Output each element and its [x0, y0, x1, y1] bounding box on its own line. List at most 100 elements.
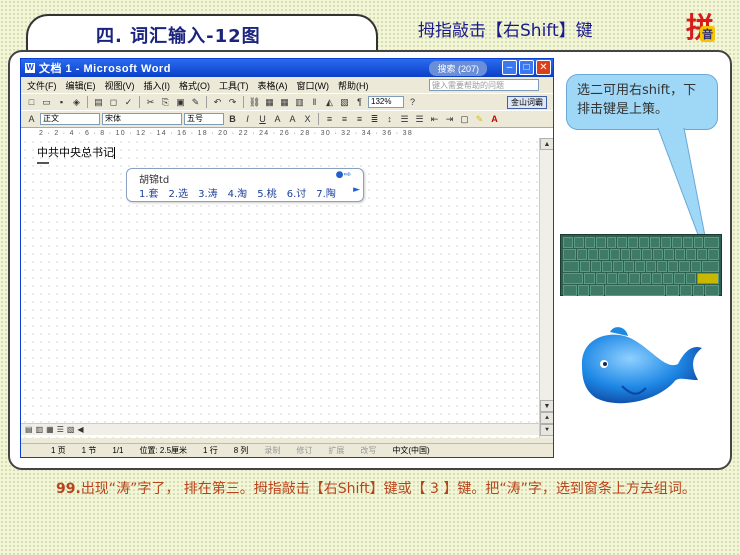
ime-candidate-list: 1.套 2.选 3.涛 4.淘 5.桃 6.讨 7.陶 — [139, 185, 336, 200]
char-shading-icon[interactable]: A — [286, 113, 299, 125]
format-painter-icon[interactable]: ✎ — [189, 96, 202, 108]
align-right-icon[interactable]: ≡ — [353, 113, 366, 125]
open-icon[interactable]: ▭ — [40, 96, 53, 108]
align-center-icon[interactable]: ≡ — [338, 113, 351, 125]
close-button[interactable]: ✕ — [536, 60, 551, 75]
outside-border-icon[interactable]: ▢ — [458, 113, 471, 125]
menu-table[interactable]: 表格(A) — [258, 79, 288, 92]
font-combo[interactable]: 宋体 — [102, 113, 182, 125]
vertical-scrollbar[interactable]: ▲ ▼ ⯅ ⯆ — [539, 138, 553, 438]
font-color-icon[interactable]: A — [488, 113, 501, 125]
bold-button[interactable]: B — [226, 113, 239, 125]
size-combo[interactable]: 五号 — [184, 113, 224, 125]
ime-candidate[interactable]: 6.讨 — [287, 185, 307, 200]
decrease-indent-icon[interactable]: ⇤ — [428, 113, 441, 125]
word-icon: W — [25, 63, 35, 73]
show-hide-icon[interactable]: ¶ — [353, 96, 366, 108]
ime-candidate[interactable]: 5.桃 — [257, 185, 277, 200]
title-pill: 搜索 (207) — [429, 61, 487, 76]
cut-icon[interactable]: ✂ — [144, 96, 157, 108]
undo-icon[interactable]: ↶ — [211, 96, 224, 108]
preview-icon[interactable]: ◻ — [107, 96, 120, 108]
scroll-down-icon[interactable]: ▼ — [540, 400, 553, 412]
permission-icon[interactable]: ◈ — [70, 96, 83, 108]
menu-file[interactable]: 文件(F) — [27, 79, 57, 92]
print-view-icon[interactable]: ▦ — [46, 425, 54, 434]
menu-view[interactable]: 视图(V) — [105, 79, 135, 92]
highlight-icon[interactable]: ✎ — [473, 113, 486, 125]
scroll-up-icon[interactable]: ▲ — [540, 138, 553, 150]
line-spacing-icon[interactable]: ↕ — [383, 113, 396, 125]
status-ovr[interactable]: 改写 — [360, 445, 376, 456]
bullets-icon[interactable]: ☰ — [413, 113, 426, 125]
window-titlebar[interactable]: W 文档 1 - Microsoft Word 搜索 (207) – □ ✕ — [21, 59, 553, 77]
docmap-icon[interactable]: ▧ — [338, 96, 351, 108]
columns-icon[interactable]: ‖ — [308, 96, 321, 108]
prev-page-icon[interactable]: ⯅ — [540, 412, 553, 424]
status-section: 1 节 — [81, 446, 97, 455]
excel-icon[interactable]: ▥ — [293, 96, 306, 108]
menu-insert[interactable]: 插入(I) — [144, 79, 171, 92]
help-search-input[interactable]: 键入需要帮助的问题 — [429, 79, 539, 91]
numbering-icon[interactable]: ☰ — [398, 113, 411, 125]
menu-tools[interactable]: 工具(T) — [219, 79, 249, 92]
styles-pane-icon[interactable]: A — [25, 113, 38, 125]
outline-view-icon[interactable]: ☰ — [57, 425, 64, 434]
window-title: 文档 1 - Microsoft Word — [39, 63, 171, 75]
toolbar-separator — [243, 96, 244, 108]
logo-small-char: 音 — [700, 26, 715, 42]
slide-title: 四. 词汇输入-12图 — [96, 26, 261, 47]
italic-button[interactable]: I — [241, 113, 254, 125]
redo-icon[interactable]: ↷ — [226, 96, 239, 108]
justify-icon[interactable]: ≣ — [368, 113, 381, 125]
reading-view-icon[interactable]: ▧ — [67, 425, 75, 434]
menu-format[interactable]: 格式(O) — [179, 79, 210, 92]
menu-help[interactable]: 帮助(H) — [338, 79, 369, 92]
spell-icon[interactable]: ✓ — [122, 96, 135, 108]
normal-view-icon[interactable]: ▤ — [25, 425, 33, 434]
underline-button[interactable]: U — [256, 113, 269, 125]
align-left-icon[interactable]: ≡ — [323, 113, 336, 125]
ime-candidate[interactable]: 1.套 — [139, 185, 159, 200]
status-trk[interactable]: 修订 — [296, 445, 312, 456]
print-icon[interactable]: ▤ — [92, 96, 105, 108]
menu-window[interactable]: 窗口(W) — [297, 79, 330, 92]
char-border-icon[interactable]: A — [271, 113, 284, 125]
new-doc-icon[interactable]: □ — [25, 96, 38, 108]
hyperlink-icon[interactable]: ⛓ — [248, 96, 261, 108]
ime-candidate[interactable]: 3.涛 — [198, 185, 218, 200]
increase-indent-icon[interactable]: ⇥ — [443, 113, 456, 125]
insert-table-icon[interactable]: ▦ — [278, 96, 291, 108]
ime-candidate[interactable]: 2.选 — [169, 185, 189, 200]
hint-callout: 选二可用右shift，下排击键是上策。 — [566, 74, 718, 130]
right-shift-key — [697, 273, 719, 284]
ime-next-page-icon[interactable]: ► — [353, 185, 360, 195]
next-page-icon[interactable]: ⯆ — [540, 424, 553, 436]
zoom-combo[interactable]: 132% — [368, 96, 404, 108]
minimize-button[interactable]: – — [502, 60, 517, 75]
style-combo[interactable]: 正文 — [40, 113, 100, 125]
status-rec[interactable]: 录制 — [264, 445, 280, 456]
ime-more-indicator[interactable]: ●⇨ — [336, 170, 351, 180]
composition-underline — [37, 162, 49, 164]
jinshan-button[interactable]: 金山词霸 — [507, 96, 547, 109]
char-scale-icon[interactable]: X — [301, 113, 314, 125]
help-icon[interactable]: ? — [406, 96, 419, 108]
web-view-icon[interactable]: ▥ — [36, 425, 44, 434]
status-ext[interactable]: 扩展 — [328, 445, 344, 456]
copy-icon[interactable]: ⎘ — [159, 96, 172, 108]
horizontal-scrollbar[interactable]: ▤ ▥ ▦ ☰ ▧ ◀ — [21, 423, 539, 435]
document-text[interactable]: 中共中央总书记 — [37, 144, 115, 160]
ime-candidate[interactable]: 7.陶 — [316, 185, 336, 200]
maximize-button[interactable]: □ — [519, 60, 534, 75]
table-icon[interactable]: ▦ — [263, 96, 276, 108]
ime-candidate[interactable]: 4.淘 — [228, 185, 248, 200]
menu-edit[interactable]: 编辑(E) — [66, 79, 96, 92]
toolbar-separator — [206, 96, 207, 108]
scroll-left-icon[interactable]: ◀ — [77, 425, 83, 434]
drawing-icon[interactable]: ◭ — [323, 96, 336, 108]
paste-icon[interactable]: ▣ — [174, 96, 187, 108]
slide-subtitle: 拇指敲击【右Shift】键 — [418, 21, 593, 41]
save-icon[interactable]: ▪ — [55, 96, 68, 108]
status-position: 位置: 2.5厘米 — [139, 446, 188, 455]
